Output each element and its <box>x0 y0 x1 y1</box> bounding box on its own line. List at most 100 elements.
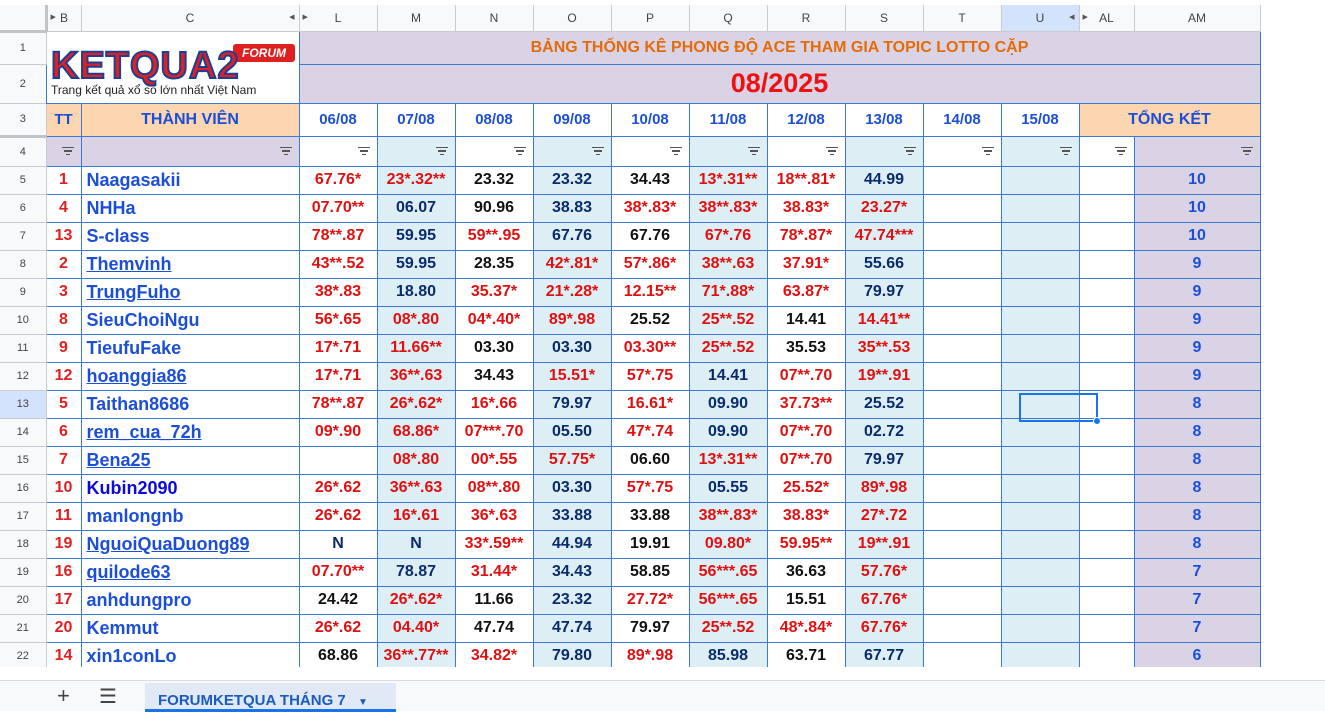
row-header[interactable]: 3 <box>0 103 47 137</box>
result-cell[interactable] <box>922 277 1002 307</box>
result-cell[interactable]: 38.83 <box>532 193 612 223</box>
result-cell[interactable]: 89*.98 <box>844 473 924 503</box>
menu-icon[interactable]: ☰ <box>99 684 117 709</box>
result-cell[interactable]: 26*.62* <box>376 389 456 419</box>
spacer-cell[interactable] <box>1078 557 1135 587</box>
result-cell[interactable]: 04*.40* <box>454 305 534 335</box>
result-cell[interactable] <box>922 529 1002 559</box>
result-cell[interactable]: 57*.75 <box>610 361 690 391</box>
plus-icon[interactable]: + <box>57 683 70 709</box>
result-cell[interactable]: 47.74 <box>454 613 534 643</box>
spacer-cell[interactable] <box>1078 641 1135 667</box>
column-header-o[interactable]: O <box>533 5 612 32</box>
spacer-cell[interactable] <box>1078 585 1135 615</box>
result-cell[interactable]: 37.73** <box>766 389 846 419</box>
row-header[interactable]: 11 <box>0 334 47 363</box>
member-name-cell[interactable]: NguoiQuaDuong89 <box>80 529 300 559</box>
result-cell[interactable]: 27.72* <box>610 585 690 615</box>
filter-cell[interactable] <box>766 135 846 167</box>
result-cell[interactable]: 63.71 <box>766 641 846 667</box>
filter-cell[interactable] <box>1000 135 1080 167</box>
rank-cell[interactable]: 20 <box>45 613 82 643</box>
result-cell[interactable] <box>1000 445 1080 475</box>
result-cell[interactable]: 25**.52 <box>688 333 768 363</box>
total-cell[interactable]: 10 <box>1133 221 1261 251</box>
result-cell[interactable] <box>922 417 1002 447</box>
result-cell[interactable]: 36**.63 <box>376 361 456 391</box>
result-cell[interactable] <box>922 613 1002 643</box>
result-cell[interactable]: 38**.63 <box>688 249 768 279</box>
result-cell[interactable]: 47.74 <box>532 613 612 643</box>
select-all-corner[interactable] <box>0 5 48 33</box>
result-cell[interactable]: 18**.81* <box>766 165 846 195</box>
result-cell[interactable]: 34.82* <box>454 641 534 667</box>
result-cell[interactable]: 59.95 <box>376 249 456 279</box>
total-cell[interactable]: 7 <box>1133 557 1261 587</box>
rank-cell[interactable]: 19 <box>45 529 82 559</box>
result-cell[interactable]: 38**.83* <box>688 193 768 223</box>
result-cell[interactable]: 31.44* <box>454 557 534 587</box>
result-cell[interactable]: 03.30** <box>610 333 690 363</box>
filter-cell[interactable] <box>45 135 82 167</box>
result-cell[interactable]: 17*.71 <box>298 333 378 363</box>
total-cell[interactable]: 7 <box>1133 613 1261 643</box>
filter-cell[interactable] <box>844 135 924 167</box>
rank-cell[interactable]: 11 <box>45 501 82 531</box>
result-cell[interactable]: 23.32 <box>532 165 612 195</box>
result-cell[interactable]: 26*.62 <box>298 501 378 531</box>
spacer-cell[interactable] <box>1078 613 1135 643</box>
filter-cell[interactable] <box>454 135 534 167</box>
result-cell[interactable]: 68.86* <box>376 417 456 447</box>
rank-cell[interactable]: 5 <box>45 389 82 419</box>
row-header[interactable]: 16 <box>0 474 47 503</box>
result-cell[interactable]: 79.97 <box>532 389 612 419</box>
column-header-t[interactable]: T <box>923 5 1002 32</box>
column-header-r[interactable]: R <box>767 5 846 32</box>
result-cell[interactable]: 09.80* <box>688 529 768 559</box>
total-cell[interactable]: 9 <box>1133 333 1261 363</box>
result-cell[interactable]: 89*.98 <box>610 641 690 667</box>
filter-cell[interactable] <box>922 135 1002 167</box>
member-name-cell[interactable]: Naagasakii <box>80 165 300 195</box>
spacer-cell[interactable] <box>1078 333 1135 363</box>
result-cell[interactable]: 71*.88* <box>688 277 768 307</box>
result-cell[interactable]: 06.07 <box>376 193 456 223</box>
spacer-cell[interactable] <box>1078 417 1135 447</box>
result-cell[interactable]: 07**.70 <box>766 361 846 391</box>
result-cell[interactable]: 13*.31** <box>688 445 768 475</box>
total-cell[interactable]: 8 <box>1133 417 1261 447</box>
result-cell[interactable]: 55.66 <box>844 249 924 279</box>
filter-cell[interactable] <box>1078 135 1135 167</box>
filter-icon[interactable] <box>1059 146 1073 156</box>
result-cell[interactable]: 13*.31** <box>688 165 768 195</box>
column-header-am[interactable]: AM <box>1134 5 1261 32</box>
result-cell[interactable]: 34.43 <box>454 361 534 391</box>
result-cell[interactable]: 19**.91 <box>844 361 924 391</box>
result-cell[interactable] <box>1000 305 1080 335</box>
filter-icon[interactable] <box>747 146 761 156</box>
result-cell[interactable] <box>922 389 1002 419</box>
row-header[interactable]: 18 <box>0 530 47 559</box>
member-name-cell[interactable]: TieufuFake <box>80 333 300 363</box>
rank-cell[interactable]: 8 <box>45 305 82 335</box>
result-cell[interactable] <box>1000 361 1080 391</box>
total-cell[interactable]: 9 <box>1133 305 1261 335</box>
rank-cell[interactable]: 4 <box>45 193 82 223</box>
rank-cell[interactable]: 2 <box>45 249 82 279</box>
spacer-cell[interactable] <box>1078 221 1135 251</box>
result-cell[interactable]: 79.97 <box>844 445 924 475</box>
spacer-cell[interactable] <box>1078 361 1135 391</box>
result-cell[interactable] <box>1000 277 1080 307</box>
result-cell[interactable]: 67.76* <box>844 613 924 643</box>
result-cell[interactable] <box>1000 501 1080 531</box>
filter-cell[interactable] <box>376 135 456 167</box>
result-cell[interactable]: 33.88 <box>610 501 690 531</box>
result-cell[interactable] <box>1000 557 1080 587</box>
result-cell[interactable]: 78.87 <box>376 557 456 587</box>
result-cell[interactable]: 28.35 <box>454 249 534 279</box>
result-cell[interactable]: 34.43 <box>532 557 612 587</box>
result-cell[interactable] <box>1000 165 1080 195</box>
horizontal-scrollbar[interactable] <box>0 667 1325 680</box>
result-cell[interactable]: 14.41 <box>766 305 846 335</box>
filter-icon[interactable] <box>903 146 917 156</box>
